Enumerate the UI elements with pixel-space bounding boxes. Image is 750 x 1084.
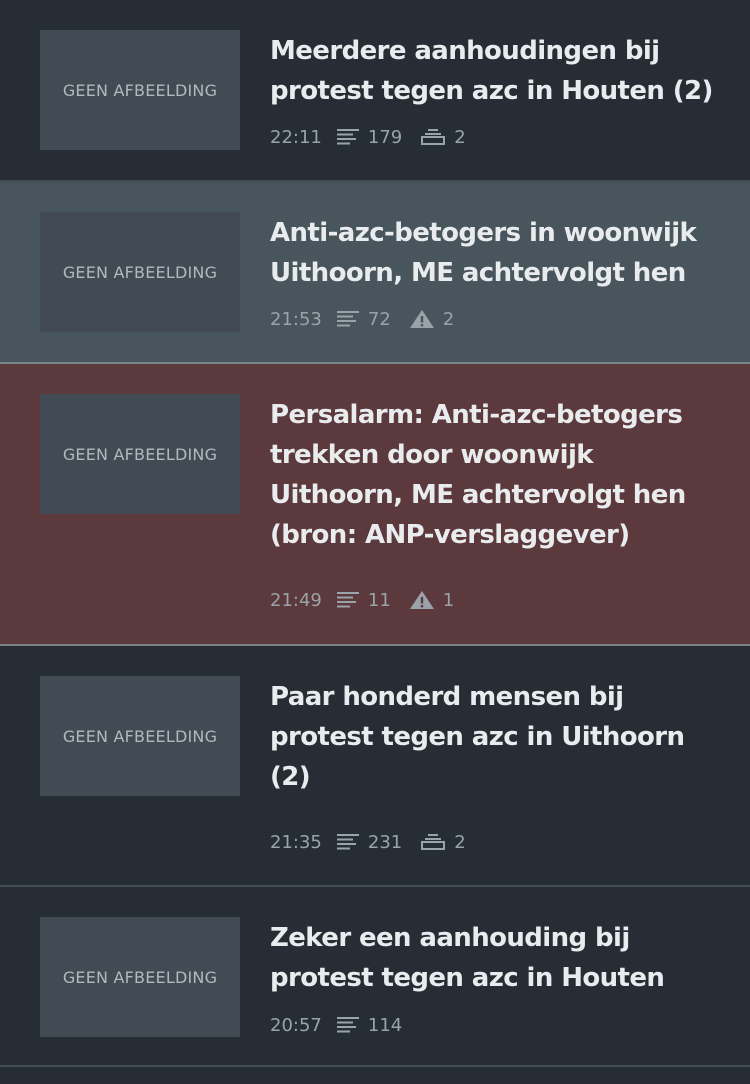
word-count: 11	[367, 589, 391, 611]
news-feed: GEEN AFBEELDING Meerdere aanhoudingen bi…	[0, 0, 750, 1084]
word-count: 231	[367, 831, 403, 853]
news-time: 21:53	[270, 308, 322, 330]
news-time: 21:49	[270, 589, 322, 611]
warning-icon	[409, 590, 435, 610]
thumbnail-placeholder: GEEN AFBEELDING	[40, 394, 240, 514]
layers-icon	[420, 128, 446, 146]
news-item[interactable]: GEEN AFBEELDING Anti-azc-betogers in woo…	[0, 182, 750, 364]
word-count-icon	[336, 310, 360, 328]
news-title[interactable]: Meerdere aanhoudingen bij protest tegen …	[270, 31, 730, 111]
news-meta: 20:57 114	[270, 1013, 420, 1037]
news-item[interactable]: GEEN AFBEELDING Persalarm: Anti-azc-beto…	[0, 364, 750, 646]
word-count-icon	[336, 128, 360, 146]
thumbnail-placeholder: GEEN AFBEELDING	[40, 676, 240, 796]
word-count-icon	[336, 833, 360, 851]
news-item[interactable]: GEEN AFBEELDING Zeker een aanhouding bij…	[0, 887, 750, 1067]
warning-icon	[409, 309, 435, 329]
news-meta: 21:53 72 2	[270, 307, 472, 331]
warning-count: 2	[442, 308, 455, 330]
word-count-icon	[336, 1016, 360, 1034]
layers-icon	[420, 833, 446, 851]
news-meta: 21:35 231 2	[270, 830, 484, 854]
thumbnail-placeholder: GEEN AFBEELDING	[40, 212, 240, 332]
news-meta: 22:11 179 2	[270, 125, 484, 149]
word-count: 114	[367, 1014, 403, 1036]
word-count-icon	[336, 591, 360, 609]
warning-count: 1	[442, 589, 455, 611]
related-count: 2	[454, 126, 466, 148]
news-meta: 21:49 11 1	[270, 588, 472, 612]
news-title[interactable]: Anti-azc-betogers in woonwijk Uithoorn, …	[270, 213, 730, 293]
news-time: 21:35	[270, 831, 322, 853]
news-title[interactable]: Persalarm: Anti-azc-betogers trekken doo…	[270, 395, 730, 555]
word-count: 72	[367, 308, 391, 330]
news-item[interactable]: GEEN AFBEELDING Meerdere aanhoudingen bi…	[0, 0, 750, 182]
news-time: 22:11	[270, 126, 322, 148]
news-item[interactable]: GEEN AFBEELDING Paar honderd mensen bij …	[0, 646, 750, 887]
news-title[interactable]: Paar honderd mensen bij protest tegen az…	[270, 677, 730, 797]
related-count: 2	[454, 831, 466, 853]
news-time: 20:57	[270, 1014, 322, 1036]
news-title[interactable]: Zeker een aanhouding bij protest tegen a…	[270, 918, 730, 998]
thumbnail-placeholder: GEEN AFBEELDING	[40, 917, 240, 1037]
word-count: 179	[367, 126, 403, 148]
thumbnail-placeholder: GEEN AFBEELDING	[40, 30, 240, 150]
